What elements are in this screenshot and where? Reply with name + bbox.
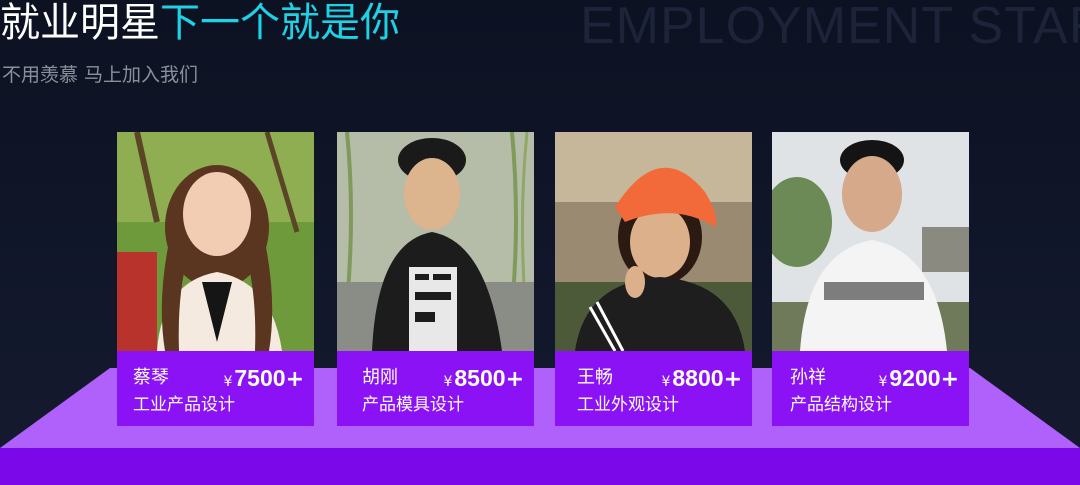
job-title: 工业外观设计: [577, 395, 679, 415]
student-name: 王畅: [577, 367, 613, 388]
student-name: 孙祥: [790, 367, 826, 388]
title-highlight: 下一个就是你: [160, 0, 400, 46]
student-photo: [337, 132, 534, 351]
student-photo: [555, 132, 752, 351]
salary-value: ¥8800+: [661, 365, 742, 392]
job-title: 产品模具设计: [362, 395, 464, 415]
student-photo: [117, 132, 314, 351]
star-card[interactable]: 王畅 ¥8800+ 工业外观设计: [555, 132, 752, 426]
section-subtitle: 不用羡慕 马上加入我们: [2, 64, 199, 86]
star-card[interactable]: 蔡琴 ¥7500+ 工业产品设计: [117, 132, 314, 426]
title-main: 就业明星: [0, 0, 160, 46]
job-title: 产品结构设计: [790, 395, 892, 415]
star-card[interactable]: 孙祥 ¥9200+ 产品结构设计: [772, 132, 969, 426]
student-name: 蔡琴: [133, 367, 169, 388]
salary-value: ¥8500+: [443, 365, 524, 392]
job-title: 工业产品设计: [133, 395, 235, 415]
background-watermark-text: EMPLOYMENT STAR: [580, 0, 1080, 55]
salary-value: ¥9200+: [878, 365, 959, 392]
student-name: 胡刚: [362, 367, 398, 388]
salary-value: ¥7500+: [223, 365, 304, 392]
student-photo: [772, 132, 969, 351]
section-title: 就业明星下一个就是你: [0, 0, 400, 46]
star-card[interactable]: 胡刚 ¥8500+ 产品模具设计: [337, 132, 534, 426]
